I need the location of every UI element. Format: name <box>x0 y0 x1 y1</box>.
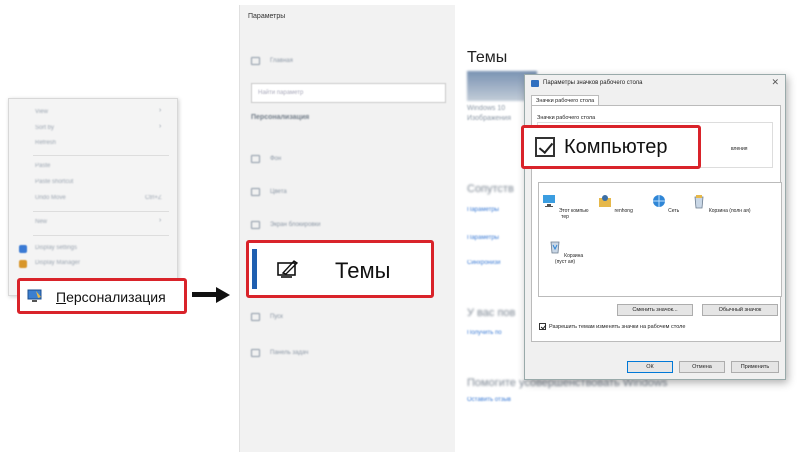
settings-search-input[interactable]: Найти параметр <box>251 83 446 103</box>
display-settings-icon <box>19 245 27 253</box>
sidebar-item-taskbar[interactable]: Панель задач <box>251 347 308 359</box>
ok-button[interactable]: ОК <box>627 361 673 373</box>
related-link[interactable]: Параметры <box>467 207 499 213</box>
questions-heading: У вас пов <box>467 307 516 319</box>
icon-user-folder[interactable]: renhong <box>591 193 639 214</box>
page-title: Темы <box>467 49 508 66</box>
theme-detail: Изображения <box>467 115 511 122</box>
change-icon-button[interactable]: Сменить значок... <box>617 304 693 316</box>
palette-icon <box>251 188 260 196</box>
sidebar-item-themes[interactable]: Темы <box>246 240 434 298</box>
right-arrow-icon <box>192 287 230 303</box>
recycle-bin-full-icon <box>695 195 704 209</box>
sidebar-item-start[interactable]: Пуск <box>251 311 283 323</box>
icon-recycle-empty[interactable]: Корзина (пуст ая) <box>541 238 589 265</box>
computer-icon <box>543 195 556 207</box>
personalization-label: Персонализация <box>56 289 166 305</box>
ctx-item-undo[interactable]: Undo Move Ctrl+Z <box>35 195 175 205</box>
menu-divider <box>33 155 169 156</box>
sidebar-item-lockscreen[interactable]: Экран блокировки <box>251 219 320 231</box>
personalization-icon <box>27 289 42 302</box>
lockscreen-icon <box>251 221 260 229</box>
allow-themes-label: Разрешить темам изменять значки на рабоч… <box>549 323 686 330</box>
submenu-arrow-icon: › <box>159 217 162 224</box>
icon-this-pc[interactable]: Этот компью тер <box>541 193 589 220</box>
apply-button[interactable]: Применить <box>731 361 779 373</box>
ctx-item-paste[interactable]: Paste <box>35 163 50 173</box>
dialog-title: Параметры значков рабочего стола <box>543 80 643 86</box>
dialog-close-button[interactable]: ✕ <box>771 77 779 88</box>
related-link[interactable]: Синхронизи <box>467 260 500 266</box>
personalization-menu-item[interactable]: Персонализация <box>17 278 187 314</box>
taskbar-icon <box>251 349 260 357</box>
ctx-item-refresh[interactable]: Refresh <box>35 140 56 150</box>
help-link[interactable]: Получить по <box>467 330 502 336</box>
checkbox-checked-icon <box>535 137 555 157</box>
sidebar-home[interactable]: Главная <box>251 55 293 67</box>
menu-divider <box>33 235 169 236</box>
recycle-bin-empty-icon <box>550 241 560 254</box>
themes-label: Темы <box>335 258 391 283</box>
ctx-item-display-settings[interactable]: Display settings <box>35 245 77 255</box>
related-link[interactable]: Параметры <box>467 235 499 241</box>
hidden-checkbox-label: вления <box>731 146 748 152</box>
feedback-link[interactable]: Оставить отзыв <box>467 397 511 403</box>
checkbox-checked-icon <box>539 323 546 330</box>
start-icon <box>251 313 260 321</box>
ctx-item-sort[interactable]: Sort by <box>35 125 54 135</box>
window-title: Параметры <box>248 13 286 20</box>
display-manager-icon <box>19 260 27 268</box>
related-heading: Сопутств <box>467 183 514 195</box>
picture-icon <box>251 155 260 163</box>
submenu-arrow-icon: › <box>159 107 162 114</box>
cancel-button[interactable]: Отмена <box>679 361 725 373</box>
desktop-context-menu: View › Sort by › Refresh Paste Paste sho… <box>8 98 178 296</box>
sidebar-item-colors[interactable]: Цвета <box>251 186 287 198</box>
user-folder-icon <box>599 195 612 207</box>
group-title: Значки рабочего стола <box>537 115 596 121</box>
icon-network[interactable]: Сеть <box>641 193 689 214</box>
dialog-app-icon <box>531 80 539 87</box>
computer-checkbox[interactable]: Компьютер <box>521 125 701 169</box>
ctx-item-paste-shortcut[interactable]: Paste shortcut <box>35 179 73 189</box>
theme-name: Windows 10 <box>467 105 506 112</box>
selected-indicator <box>252 249 257 289</box>
icons-list: Этот компью тер renhong Сеть Корзина (по… <box>538 182 782 297</box>
submenu-arrow-icon: › <box>159 123 162 130</box>
default-icon-button[interactable]: Обычный значок <box>702 304 778 316</box>
themes-icon <box>277 260 299 278</box>
ctx-item-view[interactable]: View <box>35 109 48 119</box>
sidebar-item-background[interactable]: Фон <box>251 153 281 165</box>
icon-recycle-full[interactable]: Корзина (полн ая) <box>691 193 751 214</box>
ctx-item-display-manager[interactable]: Display Manager <box>35 260 80 270</box>
home-icon <box>251 57 260 65</box>
allow-themes-checkbox[interactable]: Разрешить темам изменять значки на рабоч… <box>539 323 685 330</box>
ctx-item-new[interactable]: New <box>35 219 47 229</box>
network-icon <box>652 195 665 207</box>
menu-divider <box>33 211 169 212</box>
sidebar-section-title: Персонализация <box>251 114 310 121</box>
computer-label: Компьютер <box>564 136 668 158</box>
